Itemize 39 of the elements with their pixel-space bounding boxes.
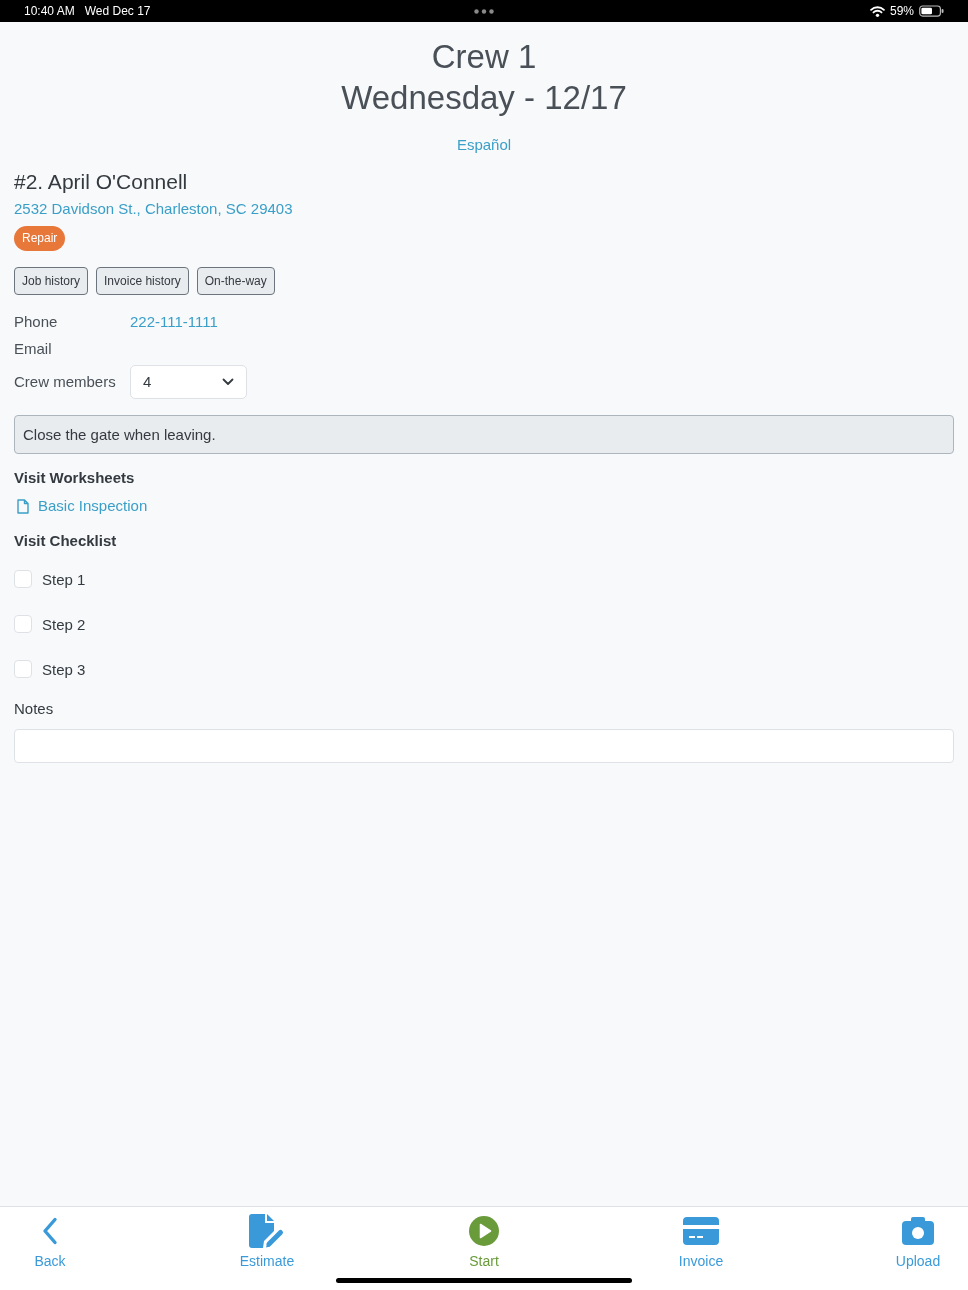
checkbox[interactable] (14, 660, 32, 678)
detail-label: Email (14, 339, 53, 359)
address-link[interactable]: 2532 Davidson St., Charleston, SC 29403 (14, 200, 293, 217)
estimate-button[interactable]: Estimate (217, 1207, 317, 1270)
job-type-tag: Repair (14, 226, 66, 251)
language-link[interactable]: Español (456, 136, 512, 153)
worksheet-link[interactable]: Basic Inspection (14, 496, 148, 516)
checklist-label: Step 1 (42, 570, 86, 588)
start-button[interactable]: Start (434, 1207, 534, 1270)
battery-icon (919, 5, 944, 17)
instructions-note: Close the gate when leaving. (14, 415, 954, 454)
customer-name: #2. April O'Connell (14, 169, 189, 195)
upload-button[interactable]: Upload (868, 1207, 968, 1270)
battery-percent: 59% (889, 4, 914, 18)
checklist-label: Step 3 (42, 660, 86, 678)
date-title: Wednesday - 12/17 (340, 78, 628, 118)
action-button[interactable]: On-the-way (196, 267, 275, 295)
action-button[interactable]: Invoice history (96, 267, 189, 295)
status-time: 10:40 AM (24, 4, 75, 18)
notes-field[interactable] (14, 729, 954, 763)
checkbox[interactable] (14, 570, 32, 588)
checklist-label: Step 2 (42, 615, 86, 633)
crew-title: Crew 1 (430, 37, 538, 77)
section-heading: Visit Checklist (14, 531, 118, 551)
phone-link[interactable]: 222-111-1111 (130, 311, 218, 333)
notes-label: Notes (14, 699, 55, 719)
more-dots-icon[interactable] (474, 8, 494, 14)
back-button[interactable]: Back (0, 1207, 100, 1270)
section-heading: Visit Worksheets (14, 468, 136, 488)
detail-label: Phone (14, 312, 59, 332)
detail-label: Crew members (14, 372, 117, 392)
invoice-button[interactable]: Invoice (651, 1207, 751, 1270)
wifi-icon (869, 5, 885, 17)
crew-select[interactable]: 4 (130, 365, 247, 399)
checkbox[interactable] (14, 615, 32, 633)
file-icon (17, 498, 29, 514)
caret-icon (222, 378, 234, 386)
status-date: Wed Dec 17 (84, 4, 151, 18)
action-button[interactable]: Job history (14, 267, 89, 295)
